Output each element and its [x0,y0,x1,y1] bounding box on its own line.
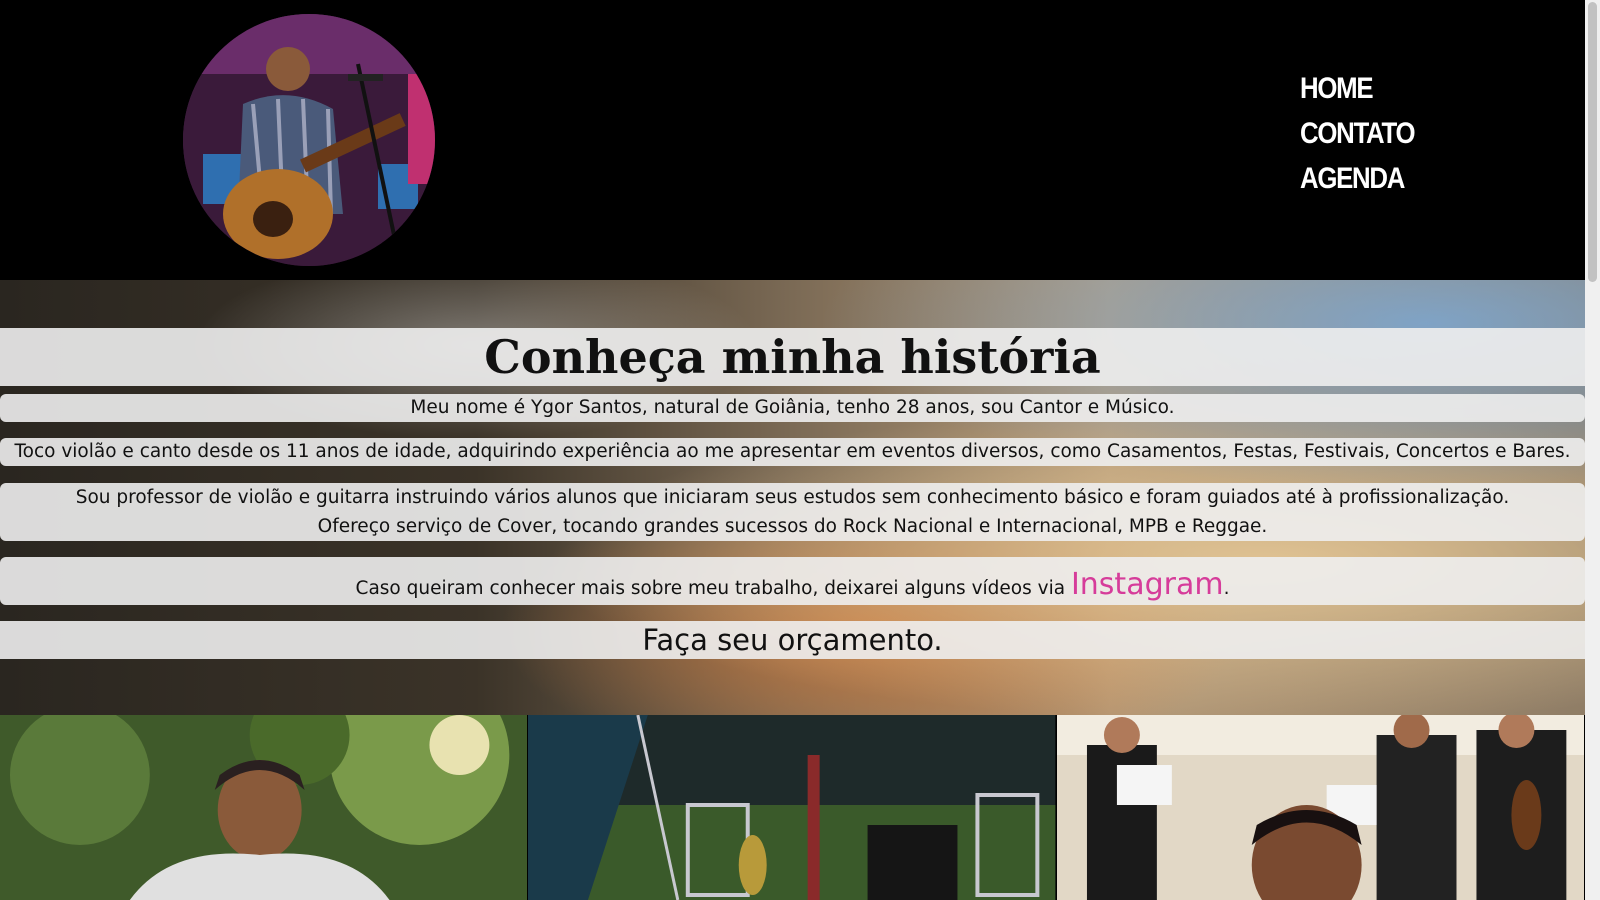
about-title: Conheça minha história [484,330,1101,384]
nav-agenda-link[interactable]: AGENDA [1300,156,1414,201]
page-scrollbar[interactable] [1585,0,1600,900]
cover-service-text: Ofereço serviço de Cover, tocando grande… [317,516,1268,537]
quote-cta-text[interactable]: Faça seu orçamento. [642,623,942,657]
about-paragraph-instagram: Caso queiram conhecer mais sobre meu tra… [0,557,1585,605]
nav-home-link[interactable]: HOME [1300,66,1414,111]
instagram-suffix-text: . [1223,578,1230,599]
about-title-band: Conheça minha história [0,328,1585,386]
nav-contato-link[interactable]: CONTATO [1300,111,1416,156]
experience-text: Toco violão e canto desde os 11 anos de … [14,441,1571,462]
site-header: HOME CONTATO AGENDA [0,0,1585,280]
instagram-prefix-text: Caso queiram conhecer mais sobre meu tra… [355,578,1071,599]
about-section: Conheça minha história Meu nome é Ygor S… [0,280,1585,715]
singer-with-guitar-image [183,14,435,266]
about-paragraph-intro: Meu nome é Ygor Santos, natural de Goiân… [0,394,1585,422]
main-nav: HOME CONTATO AGENDA [1300,66,1433,201]
intro-text: Meu nome é Ygor Santos, natural de Goiân… [410,397,1175,418]
page: HOME CONTATO AGENDA Conheça minha histór… [0,0,1600,900]
photo-gallery [0,715,1585,900]
about-paragraph-teaching: Sou professor de violão e guitarra instr… [0,483,1585,541]
gallery-photo-smiling-man [0,715,529,900]
about-paragraph-experience: Toco violão e canto desde os 11 anos de … [0,438,1585,466]
teaching-text: Sou professor de violão e guitarra instr… [75,487,1510,508]
scrollbar-thumb[interactable] [1588,2,1597,282]
profile-avatar [183,14,435,266]
quote-cta-band: Faça seu orçamento. [0,621,1585,659]
gallery-photo-instruments [528,715,1057,900]
instagram-link[interactable]: Instagram [1071,567,1224,602]
gallery-photo-orchestra [1056,715,1585,900]
